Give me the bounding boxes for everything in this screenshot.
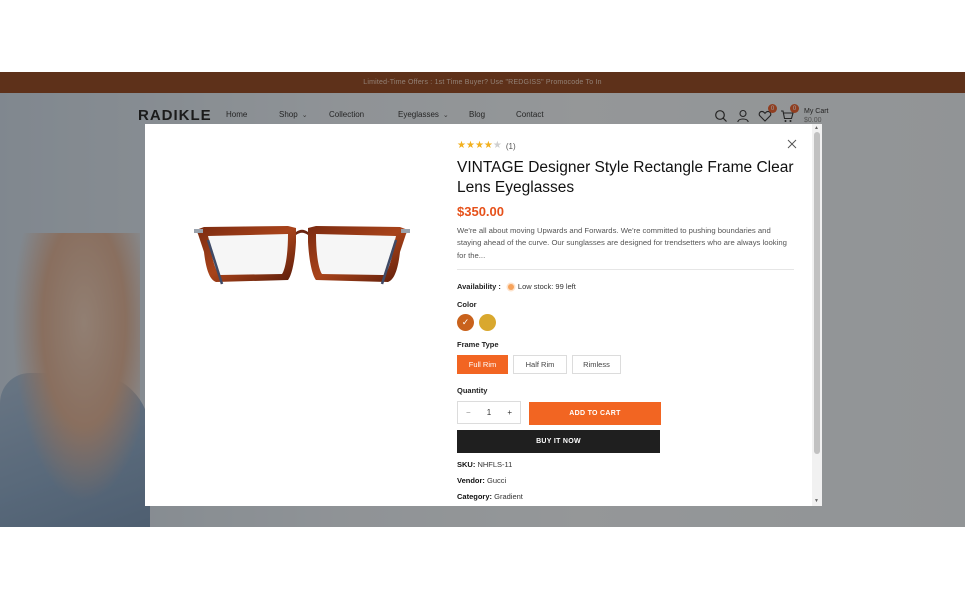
star-icon: ★ [474,140,484,151]
buy-now-button[interactable]: BUY IT NOW [457,430,660,453]
frame-option-full-rim[interactable]: Full Rim [457,355,508,374]
color-swatches: ✓ [457,314,501,331]
checkmark-icon: ✓ [461,317,470,327]
quick-view-modal: ★ ★ ★ ★ ★ (1) VINTAGE Designer Style Rec… [145,124,822,506]
color-swatch-brown[interactable]: ✓ [457,314,474,331]
modal-scrollbar-thumb[interactable] [814,132,820,454]
close-icon [787,139,797,149]
category-label: Category: [457,492,493,501]
quantity-increase-button[interactable]: + [507,408,512,417]
scroll-up-icon[interactable]: ▲ [814,125,819,131]
scroll-down-icon[interactable]: ▼ [814,498,819,504]
category-value[interactable]: Gradient [494,492,523,501]
page: Limited-Time Offers : 1st Time Buyer? Us… [0,0,965,600]
product-rating[interactable]: ★ ★ ★ ★ ★ (1) [457,141,516,151]
sku-value: NHFLS-11 [477,460,513,469]
product-image [192,220,412,290]
frame-type-label: Frame Type [457,340,499,349]
category-row: Category: Gradient [457,492,523,501]
star-empty-icon: ★ [492,140,502,151]
stock-indicator-icon [507,283,514,290]
availability-label: Availability : [457,282,501,291]
close-modal-button[interactable] [785,137,799,151]
quantity-stepper: − 1 + [457,401,521,424]
quantity-decrease-button[interactable]: − [466,408,471,417]
vendor-row: Vendor: Gucci [457,476,506,485]
product-description: We're all about moving Upwards and Forwa… [457,226,787,260]
vendor-value[interactable]: Gucci [487,476,506,485]
rating-count: (1) [505,141,516,151]
availability-value: Low stock: 99 left [517,282,576,291]
frame-option-half-rim[interactable]: Half Rim [513,355,567,374]
sku-label: SKU: [457,460,476,469]
quantity-label: Quantity [457,386,488,395]
availability: Availability : Low stock: 99 left [457,282,576,291]
star-icon: ★ [457,140,466,151]
sku-row: SKU: NHFLS-11 [457,460,512,469]
star-icon: ★ [465,140,475,151]
frame-option-rimless[interactable]: Rimless [572,355,621,374]
color-label: Color [457,300,477,309]
frame-type-options: Full Rim Half Rim Rimless [457,355,626,374]
quantity-input[interactable]: 1 [487,408,491,417]
product-price: $350.00 [457,204,504,219]
product-title: VINTAGE Designer Style Rectangle Frame C… [457,159,794,196]
vendor-label: Vendor: [457,476,485,485]
divider [457,269,794,270]
add-to-cart-button[interactable]: ADD TO CART [529,402,661,425]
color-swatch-gold[interactable] [479,314,496,331]
star-icon: ★ [483,140,493,151]
